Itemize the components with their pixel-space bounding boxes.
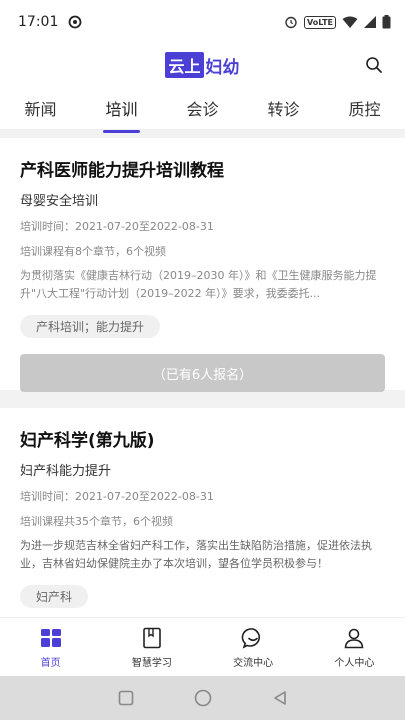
bottom-navigation: 首页 智慧学习 交流中心 个人中心 xyxy=(0,617,405,676)
hotspot-icon xyxy=(68,15,82,29)
logo-box-text: 云上 xyxy=(165,52,204,78)
card-description: 为贯彻落实《健康吉林行动（2019–2030 年）》和《卫生健康服务能力提升"八… xyxy=(20,269,377,300)
chapter-count: 培训课程有8个章节，6个视频 xyxy=(20,245,166,258)
search-icon[interactable] xyxy=(363,54,385,76)
card-subtitle: 妇产科能力提升 xyxy=(20,464,112,479)
tab-quality-control[interactable]: 质控 xyxy=(344,88,384,128)
app-header: 云上 妇幼 xyxy=(0,44,405,86)
nav-personal-center-label: 个人中心 xyxy=(334,657,375,669)
nav-personal-center[interactable]: 个人中心 xyxy=(314,618,394,676)
tab-news[interactable]: 新闻 xyxy=(20,88,60,128)
nav-smart-learning-label: 智慧学习 xyxy=(131,657,172,669)
home-circle-icon[interactable] xyxy=(194,689,212,707)
chapter-count: 培训课程共35个章节，6个视频 xyxy=(20,515,173,528)
card-subtitle: 母婴安全培训 xyxy=(20,194,99,209)
chat-bubble-icon xyxy=(241,627,261,649)
nav-smart-learning[interactable]: 智慧学习 xyxy=(112,618,192,676)
training-time: 培训时间：2021-07-20至2022-08-31 xyxy=(20,490,214,503)
enrolled-button[interactable]: （已有6人报名） xyxy=(20,354,385,392)
nav-home[interactable]: 首页 xyxy=(11,618,91,676)
logo-text: 妇幼 xyxy=(205,57,240,78)
battery-icon xyxy=(382,15,391,29)
tab-referral[interactable]: 转诊 xyxy=(263,88,303,128)
status-bar: 17:01 VoLTE xyxy=(0,0,405,44)
tab-consultation[interactable]: 会诊 xyxy=(182,88,222,128)
book-icon xyxy=(143,627,161,648)
card-title: 妇产科学(第九版) xyxy=(20,431,155,451)
nav-exchange-center[interactable]: 交流中心 xyxy=(213,618,293,676)
volte-badge: VoLTE xyxy=(304,15,336,29)
person-icon xyxy=(345,628,364,648)
status-time: 17:01 xyxy=(18,14,59,30)
home-grid-icon xyxy=(40,628,61,647)
wifi-icon xyxy=(342,16,358,28)
app-logo: 云上 妇幼 xyxy=(165,52,240,78)
card-description: 为进一步规范吉林全省妇产科工作，落实出生缺陷防治措施，促进依法执业，吉林省妇幼保… xyxy=(20,539,372,570)
nav-exchange-center-label: 交流中心 xyxy=(233,657,274,669)
training-time: 培训时间：2021-07-20至2022-08-31 xyxy=(20,220,214,233)
card-title: 产科医师能力提升培训教程 xyxy=(20,161,224,181)
card-tag: 妇产科 xyxy=(20,585,89,608)
signal-icon xyxy=(364,16,376,28)
category-tabs: 新闻 培训 会诊 转诊 质控 xyxy=(0,86,405,133)
recents-icon[interactable] xyxy=(118,690,134,706)
training-card[interactable]: 产科医师能力提升培训教程 母婴安全培训 培训时间：2021-07-20至2022… xyxy=(0,138,405,392)
back-triangle-icon[interactable] xyxy=(272,690,288,706)
system-nav-bar xyxy=(0,676,405,720)
nav-home-label: 首页 xyxy=(40,657,61,669)
tab-training[interactable]: 培训 xyxy=(101,88,141,133)
training-card[interactable]: 妇产科学(第九版) 妇产科能力提升 培训时间：2021-07-20至2022-0… xyxy=(0,408,405,618)
alarm-icon xyxy=(285,16,297,29)
card-tag: 产科培训；能力提升 xyxy=(20,315,161,338)
